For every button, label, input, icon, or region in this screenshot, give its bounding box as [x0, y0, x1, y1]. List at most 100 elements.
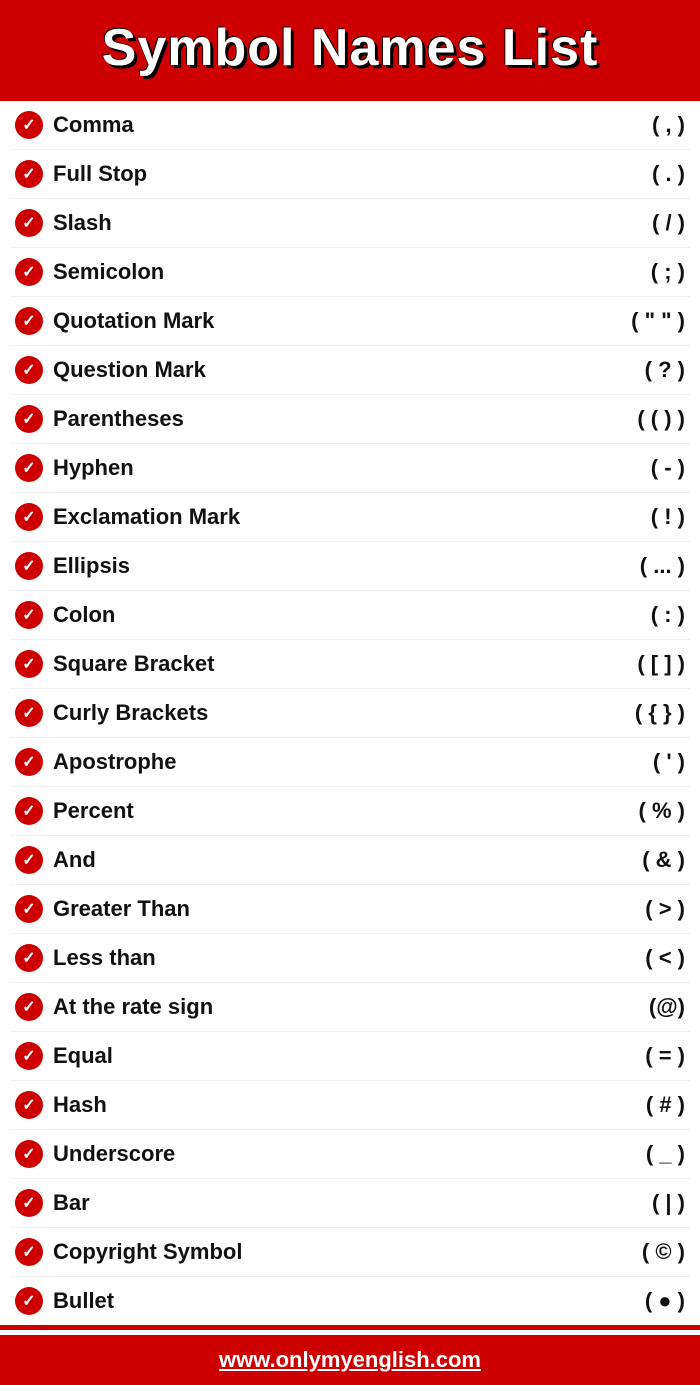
symbol-value: ( ( ) )	[565, 406, 685, 432]
table-row: Ellipsis( ... )	[10, 542, 690, 591]
check-icon	[15, 846, 43, 874]
check-icon	[15, 307, 43, 335]
symbol-list: Comma( , )Full Stop( . )Slash( / )Semico…	[0, 101, 700, 1325]
symbol-name: Less than	[53, 945, 565, 971]
check-icon	[15, 1238, 43, 1266]
symbol-value: ( [ ] )	[565, 651, 685, 677]
symbol-name: Full Stop	[53, 161, 565, 187]
symbol-name: At the rate sign	[53, 994, 565, 1020]
symbol-value: (@)	[565, 994, 685, 1020]
symbol-name: Parentheses	[53, 406, 565, 432]
table-row: And( & )	[10, 836, 690, 885]
symbol-name: Equal	[53, 1043, 565, 1069]
symbol-value: ( < )	[565, 945, 685, 971]
symbol-name: Hash	[53, 1092, 565, 1118]
footer-url[interactable]: www.onlymyenglish.com	[219, 1347, 481, 1372]
table-row: Copyright Symbol( © )	[10, 1228, 690, 1277]
table-row: Greater Than( > )	[10, 885, 690, 934]
footer: www.onlymyenglish.com	[0, 1335, 700, 1385]
symbol-name: Quotation Mark	[53, 308, 565, 334]
symbol-value: ( / )	[565, 210, 685, 236]
table-row: Bar( | )	[10, 1179, 690, 1228]
symbol-value: ( % )	[565, 798, 685, 824]
check-icon	[15, 552, 43, 580]
check-icon	[15, 699, 43, 727]
symbol-value: ( , )	[565, 112, 685, 138]
symbol-value: ( # )	[565, 1092, 685, 1118]
bottom-divider	[0, 1325, 700, 1330]
symbol-name: Curly Brackets	[53, 700, 565, 726]
symbol-name: Colon	[53, 602, 565, 628]
table-row: Full Stop( . )	[10, 150, 690, 199]
symbol-name: Percent	[53, 798, 565, 824]
table-row: Exclamation Mark( ! )	[10, 493, 690, 542]
symbol-name: Semicolon	[53, 259, 565, 285]
check-icon	[15, 1042, 43, 1070]
check-icon	[15, 405, 43, 433]
symbol-value: ( ● )	[565, 1288, 685, 1314]
table-row: Underscore( _ )	[10, 1130, 690, 1179]
symbol-value: ( & )	[565, 847, 685, 873]
check-icon	[15, 748, 43, 776]
symbol-value: ( ; )	[565, 259, 685, 285]
symbol-value: ( " " )	[565, 308, 685, 334]
symbol-value: ( = )	[565, 1043, 685, 1069]
check-icon	[15, 797, 43, 825]
symbol-value: ( - )	[565, 455, 685, 481]
check-icon	[15, 1091, 43, 1119]
table-row: Curly Brackets( { } )	[10, 689, 690, 738]
symbol-value: ( : )	[565, 602, 685, 628]
table-row: Bullet( ● )	[10, 1277, 690, 1325]
check-icon	[15, 111, 43, 139]
check-icon	[15, 993, 43, 1021]
symbol-value: ( ' )	[565, 749, 685, 775]
check-icon	[15, 1287, 43, 1315]
check-icon	[15, 356, 43, 384]
table-row: Comma( , )	[10, 101, 690, 150]
table-row: At the rate sign(@)	[10, 983, 690, 1032]
page-title: Symbol Names List	[20, 18, 680, 78]
symbol-value: ( ! )	[565, 504, 685, 530]
table-row: Parentheses( ( ) )	[10, 395, 690, 444]
check-icon	[15, 601, 43, 629]
symbol-value: ( . )	[565, 161, 685, 187]
symbol-name: Hyphen	[53, 455, 565, 481]
symbol-name: Slash	[53, 210, 565, 236]
table-row: Equal( = )	[10, 1032, 690, 1081]
check-icon	[15, 1140, 43, 1168]
symbol-value: ( > )	[565, 896, 685, 922]
symbol-name: And	[53, 847, 565, 873]
table-row: Question Mark( ? )	[10, 346, 690, 395]
check-icon	[15, 454, 43, 482]
symbol-value: ( ? )	[565, 357, 685, 383]
check-icon	[15, 895, 43, 923]
table-row: Hash( # )	[10, 1081, 690, 1130]
table-row: Slash( / )	[10, 199, 690, 248]
symbol-name: Exclamation Mark	[53, 504, 565, 530]
check-icon	[15, 258, 43, 286]
check-icon	[15, 160, 43, 188]
symbol-value: ( { } )	[565, 700, 685, 726]
symbol-name: Underscore	[53, 1141, 565, 1167]
table-row: Less than( < )	[10, 934, 690, 983]
symbol-value: ( _ )	[565, 1141, 685, 1167]
table-row: Square Bracket( [ ] )	[10, 640, 690, 689]
symbol-name: Bar	[53, 1190, 565, 1216]
table-row: Percent( % )	[10, 787, 690, 836]
table-row: Hyphen( - )	[10, 444, 690, 493]
symbol-name: Apostrophe	[53, 749, 565, 775]
symbol-value: ( ... )	[565, 553, 685, 579]
symbol-value: ( © )	[565, 1239, 685, 1265]
symbol-name: Comma	[53, 112, 565, 138]
symbol-name: Question Mark	[53, 357, 565, 383]
symbol-value: ( | )	[565, 1190, 685, 1216]
symbol-name: Greater Than	[53, 896, 565, 922]
check-icon	[15, 503, 43, 531]
header: Symbol Names List	[0, 0, 700, 96]
symbol-name: Square Bracket	[53, 651, 565, 677]
symbol-name: Copyright Symbol	[53, 1239, 565, 1265]
table-row: Apostrophe( ' )	[10, 738, 690, 787]
table-row: Semicolon( ; )	[10, 248, 690, 297]
check-icon	[15, 944, 43, 972]
table-row: Colon( : )	[10, 591, 690, 640]
